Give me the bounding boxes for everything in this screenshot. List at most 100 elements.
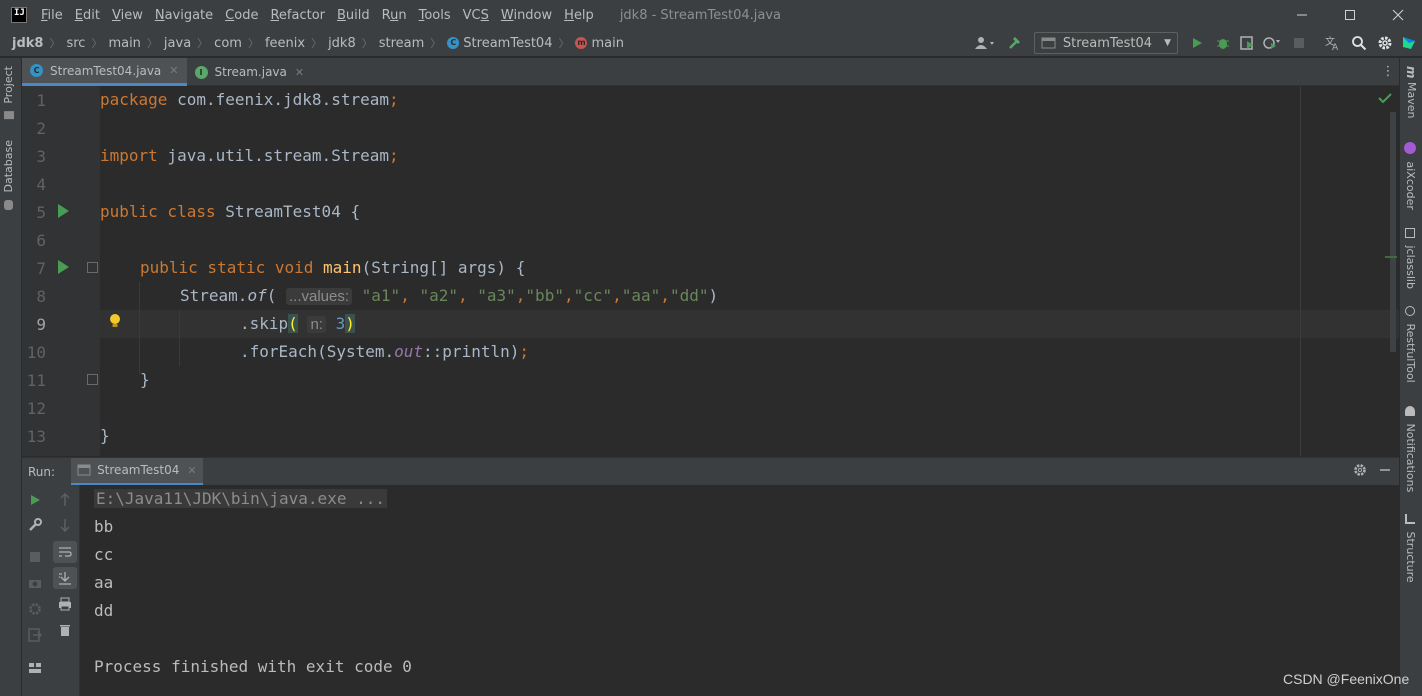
right-margin-guide <box>1300 86 1301 456</box>
console-command-line[interactable]: E:\Java11\JDK\bin\java.exe ... <box>94 489 387 508</box>
breadcrumb-java[interactable]: java <box>164 36 191 51</box>
breadcrumb-stream[interactable]: stream <box>379 36 425 51</box>
run-main-gutter-icon[interactable] <box>58 260 69 274</box>
tool-window-project[interactable]: Project <box>2 66 15 120</box>
breadcrumb-com[interactable]: com <box>214 36 242 51</box>
scroll-down-button[interactable] <box>56 516 74 534</box>
console-output[interactable]: E:\Java11\JDK\bin\java.exe ... bb cc aa … <box>80 485 1399 696</box>
menu-file[interactable]: File <box>41 8 63 23</box>
no-problems-check-icon[interactable] <box>1378 92 1392 108</box>
more-options-icon[interactable]: ⋮ <box>1377 58 1399 85</box>
build-hammer-icon[interactable] <box>1004 32 1026 54</box>
dump-threads-button[interactable] <box>26 574 44 592</box>
hide-panel-icon[interactable] <box>1379 464 1391 480</box>
soft-wrap-icon <box>59 547 72 557</box>
run-with-coverage-button[interactable] <box>1236 32 1258 54</box>
breadcrumb-src[interactable]: src <box>66 36 85 51</box>
menu-tools[interactable]: Tools <box>419 8 451 23</box>
fold-icon[interactable] <box>87 262 98 273</box>
tool-window-jclasslib[interactable]: jclasslib <box>1404 228 1417 289</box>
editor-scrollbar[interactable] <box>1390 112 1396 352</box>
tool-window-restfultool[interactable]: RestfulTool <box>1404 306 1417 383</box>
breadcrumb-feenix[interactable]: feenix <box>265 36 305 51</box>
editor-tab-stream[interactable]: I Stream.java ✕ <box>187 58 313 86</box>
console-line: cc <box>94 545 114 564</box>
breadcrumb-project[interactable]: jdk8 <box>12 36 43 51</box>
clear-all-button[interactable] <box>56 621 74 639</box>
exit-button[interactable] <box>26 626 44 644</box>
stop-button[interactable] <box>1288 32 1310 54</box>
intellij-logo-icon[interactable]: IJ <box>11 7 27 23</box>
fold-icon[interactable] <box>87 374 98 385</box>
plugin-logo-button[interactable] <box>1398 32 1420 54</box>
rerun-button[interactable] <box>26 491 44 509</box>
close-tab-icon[interactable]: ✕ <box>169 64 178 77</box>
code-editor[interactable]: 1 2 3 4 5 6 7 8 9 10 11 12 13 package co… <box>22 86 1399 456</box>
layout-button[interactable] <box>26 659 44 677</box>
soft-wrap-button[interactable] <box>53 541 77 563</box>
translate-button[interactable]: 文A <box>1322 32 1344 54</box>
trash-icon <box>60 625 70 636</box>
line-number: 8 <box>36 287 46 306</box>
menu-view[interactable]: View <box>112 8 143 23</box>
menu-window[interactable]: Window <box>501 8 552 23</box>
close-icon <box>1392 9 1404 21</box>
tool-window-notifications[interactable]: Notifications <box>1404 406 1417 492</box>
scroll-up-button[interactable] <box>56 491 74 509</box>
tool-window-database[interactable]: Database <box>2 140 15 210</box>
menu-vcs[interactable]: VCS <box>463 8 489 23</box>
run-class-gutter-icon[interactable] <box>58 204 69 218</box>
restful-icon <box>1405 306 1415 316</box>
scroll-to-end-button[interactable] <box>53 567 77 589</box>
lightbulb-icon[interactable] <box>108 312 122 334</box>
class-icon: C <box>447 37 460 49</box>
close-tab-icon[interactable]: ✕ <box>187 464 196 477</box>
search-everywhere-button[interactable] <box>1348 32 1370 54</box>
modify-config-button[interactable] <box>26 516 44 534</box>
run-configuration-select[interactable]: StreamTest04 ▼ <box>1033 32 1178 54</box>
minimize-button[interactable] <box>1278 0 1326 30</box>
menu-build[interactable]: Build <box>337 8 370 23</box>
close-window-button[interactable] <box>1374 0 1422 30</box>
tool-window-structure[interactable]: Structure <box>1404 514 1417 583</box>
breadcrumb-main[interactable]: main <box>108 36 140 51</box>
line-number: 7 <box>36 259 46 278</box>
user-icon[interactable] <box>970 32 1000 54</box>
console-line: aa <box>94 573 114 592</box>
tool-window-aixcoder[interactable]: aiXcoder <box>1404 142 1417 210</box>
line-number: 2 <box>36 119 46 138</box>
wrench-icon <box>29 518 42 531</box>
console-line: bb <box>94 517 114 536</box>
settings-button[interactable] <box>26 600 44 618</box>
debug-button[interactable] <box>1212 32 1234 54</box>
camera-icon <box>29 580 41 588</box>
close-tab-icon[interactable]: ✕ <box>295 66 304 79</box>
profile-button[interactable] <box>1260 32 1282 54</box>
editor-tab-streamtest04[interactable]: C StreamTest04.java ✕ <box>22 58 187 86</box>
run-button[interactable] <box>1186 32 1208 54</box>
run-settings-gear-icon[interactable] <box>1353 463 1367 481</box>
run-tab-streamtest04[interactable]: StreamTest04 ✕ <box>71 457 203 486</box>
maximize-button[interactable] <box>1326 0 1374 30</box>
print-button[interactable] <box>56 595 74 613</box>
jetbrains-toolbox-icon <box>1403 37 1415 49</box>
menu-navigate[interactable]: Navigate <box>155 8 213 23</box>
settings-button[interactable] <box>1374 32 1396 54</box>
arrow-up-icon <box>60 493 70 506</box>
translate-icon: 文A <box>1325 35 1339 51</box>
stop-button[interactable] <box>26 548 44 566</box>
arrow-down-icon <box>60 519 70 532</box>
menu-help[interactable]: Help <box>564 8 594 23</box>
line-number: 10 <box>26 343 46 362</box>
watermark: CSDN @FeenixOne <box>1283 671 1410 687</box>
svg-text:A: A <box>1332 43 1339 51</box>
method-icon: m <box>575 37 588 49</box>
menu-refactor[interactable]: Refactor <box>270 8 325 23</box>
breadcrumb-method[interactable]: m main <box>575 36 624 51</box>
menu-code[interactable]: Code <box>225 8 258 23</box>
tool-window-maven[interactable]: m Maven <box>1404 66 1418 119</box>
breadcrumb-class[interactable]: C StreamTest04 <box>447 36 552 51</box>
menu-run[interactable]: Run <box>382 8 407 23</box>
breadcrumb-jdk8[interactable]: jdk8 <box>328 36 356 51</box>
menu-edit[interactable]: Edit <box>75 8 100 23</box>
